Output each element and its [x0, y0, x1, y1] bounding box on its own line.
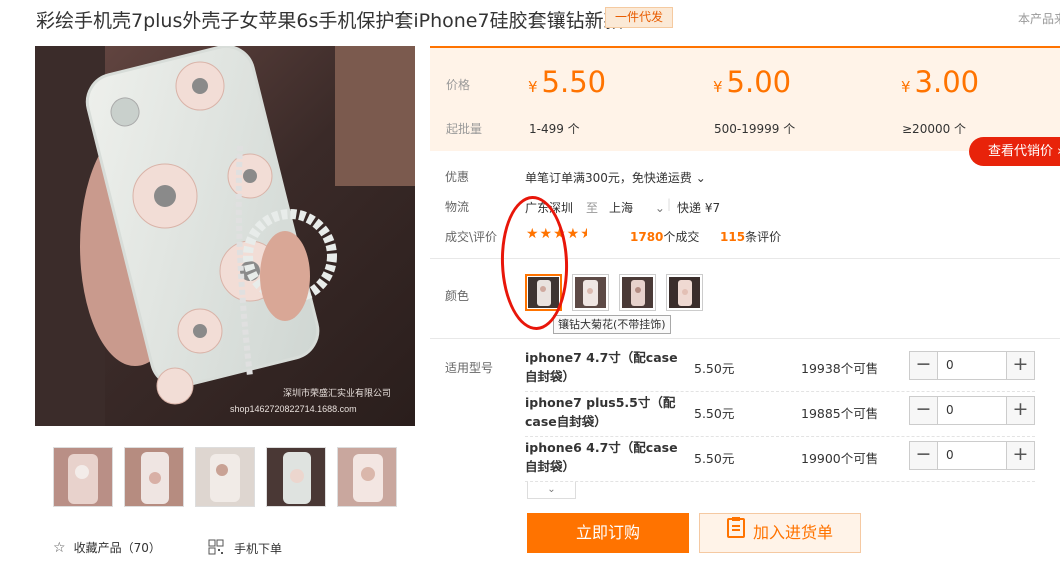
buy-now-button[interactable]: 立即订购 [527, 513, 689, 553]
moq-label: 起批量 [446, 122, 483, 136]
quantity-stepper: − 0 + [909, 441, 1035, 470]
promo-dropdown[interactable]: 单笔订单满300元，免快递运费 ⌄ [525, 169, 706, 186]
decrement-button[interactable]: − [910, 352, 937, 379]
main-product-image: 深圳市荣盛汇实业有限公司 shop1462720822714.1688.com [35, 46, 415, 426]
express-fee: 快递 ¥7 [677, 201, 721, 215]
models-label: 适用型号 [445, 361, 494, 375]
color-label: 颜色 [445, 289, 470, 303]
chevron-down-icon: ⌄ [654, 201, 665, 215]
sku-price: 5.50元 [694, 361, 735, 376]
mobile-order[interactable]: 手机下单 [208, 539, 282, 558]
sku-stock: 19885个可售 [801, 406, 879, 421]
sku-price: 5.50元 [694, 406, 735, 421]
color-swatch-2[interactable] [572, 274, 609, 311]
thumbnail-strip [53, 447, 397, 507]
ship-to-word: 至 [586, 201, 599, 215]
sold-count[interactable]: 1780个成交 [630, 228, 699, 245]
product-title: 彩绘手机壳7plus外壳子女苹果6s手机保护套iPhone7硅胶套镶钻新款 [36, 10, 623, 32]
color-swatch-4[interactable] [666, 274, 703, 311]
quantity-stepper: − 0 + [909, 396, 1035, 425]
sku-name: iphone6 4.7寸（配case自封袋） [525, 440, 678, 474]
favorite-label: 收藏产品（70） [73, 541, 161, 555]
deals-label: 成交\评价 [445, 230, 498, 244]
quantity-input[interactable]: 0 [937, 397, 1007, 424]
favorite-product[interactable]: ☆ 收藏产品（70） [53, 539, 161, 556]
decrement-button[interactable]: − [910, 397, 937, 424]
sku-stock: 19900个可售 [801, 451, 879, 466]
expand-more-button[interactable]: ⌄ [527, 482, 576, 499]
agent-price-button[interactable]: 查看代销价 › [969, 137, 1060, 166]
qty-tier-3: ≥20000 个 [902, 122, 967, 136]
increment-button[interactable]: + [1007, 397, 1034, 424]
color-swatch-3[interactable] [619, 274, 656, 311]
sku-stock: 19938个可售 [801, 361, 879, 376]
review-count[interactable]: 115条评价 [720, 228, 781, 245]
mobile-order-label: 手机下单 [234, 542, 283, 556]
price-label: 价格 [446, 78, 471, 92]
logistics-label: 物流 [445, 200, 470, 214]
increment-button[interactable]: + [1007, 442, 1034, 469]
sku-row: iphone6 4.7寸（配case自封袋） 5.50元 19900个可售 − … [525, 438, 1035, 482]
sku-row: iphone7 4.7寸（配case自封袋） 5.50元 19938个可售 − … [525, 348, 1035, 392]
quantity-input[interactable]: 0 [937, 352, 1007, 379]
color-tooltip: 镶钻大菊花(不带挂饰) [553, 315, 671, 334]
add-to-cart-button[interactable]: 加入进货单 [699, 513, 861, 553]
star-outline-icon: ☆ [53, 539, 66, 556]
thumbnail-4[interactable] [266, 447, 326, 507]
sku-price: 5.50元 [694, 451, 735, 466]
decrement-button[interactable]: − [910, 442, 937, 469]
image-watermark-line1: 深圳市荣盛汇实业有限公司 [283, 387, 391, 398]
qty-tier-2: 500-19999 个 [714, 122, 796, 136]
sku-name: iphone7 plus5.5寸（配case自封袋） [525, 395, 676, 429]
qr-code-icon [208, 539, 224, 558]
price-tier-3: ¥3.00 [901, 65, 980, 99]
price-tier-1: ¥5.50 [528, 65, 607, 99]
price-tier-2: ¥5.00 [713, 65, 792, 99]
thumbnail-1[interactable] [53, 447, 113, 507]
chevron-down-icon: ⌄ [547, 484, 556, 495]
qty-tier-1: 1-499 个 [529, 122, 580, 136]
dropship-badge: 一件代发 [605, 7, 673, 28]
add-to-cart-label: 加入进货单 [752, 523, 833, 542]
quantity-stepper: − 0 + [909, 351, 1035, 380]
promo-label: 优惠 [445, 170, 470, 184]
ship-to-select[interactable]: 上海 ⌄ [609, 199, 665, 216]
price-panel: 价格 起批量 ¥5.50 ¥5.00 ¥3.00 1-499 个 500-199… [430, 46, 1060, 151]
quantity-input[interactable]: 0 [937, 442, 1007, 469]
image-watermark-line2: shop1462720822714.1688.com [230, 404, 357, 414]
increment-button[interactable]: + [1007, 352, 1034, 379]
thumbnail-5[interactable] [337, 447, 397, 507]
product-notice-link[interactable]: 本产品来 [1018, 10, 1060, 27]
thumbnail-3[interactable] [195, 447, 255, 507]
clipboard-icon [726, 514, 745, 552]
thumbnail-2[interactable] [124, 447, 184, 507]
sku-row: iphone7 plus5.5寸（配case自封袋） 5.50元 19885个可… [525, 393, 1035, 437]
divider [430, 338, 1060, 339]
sku-name: iphone7 4.7寸（配case自封袋） [525, 350, 678, 384]
